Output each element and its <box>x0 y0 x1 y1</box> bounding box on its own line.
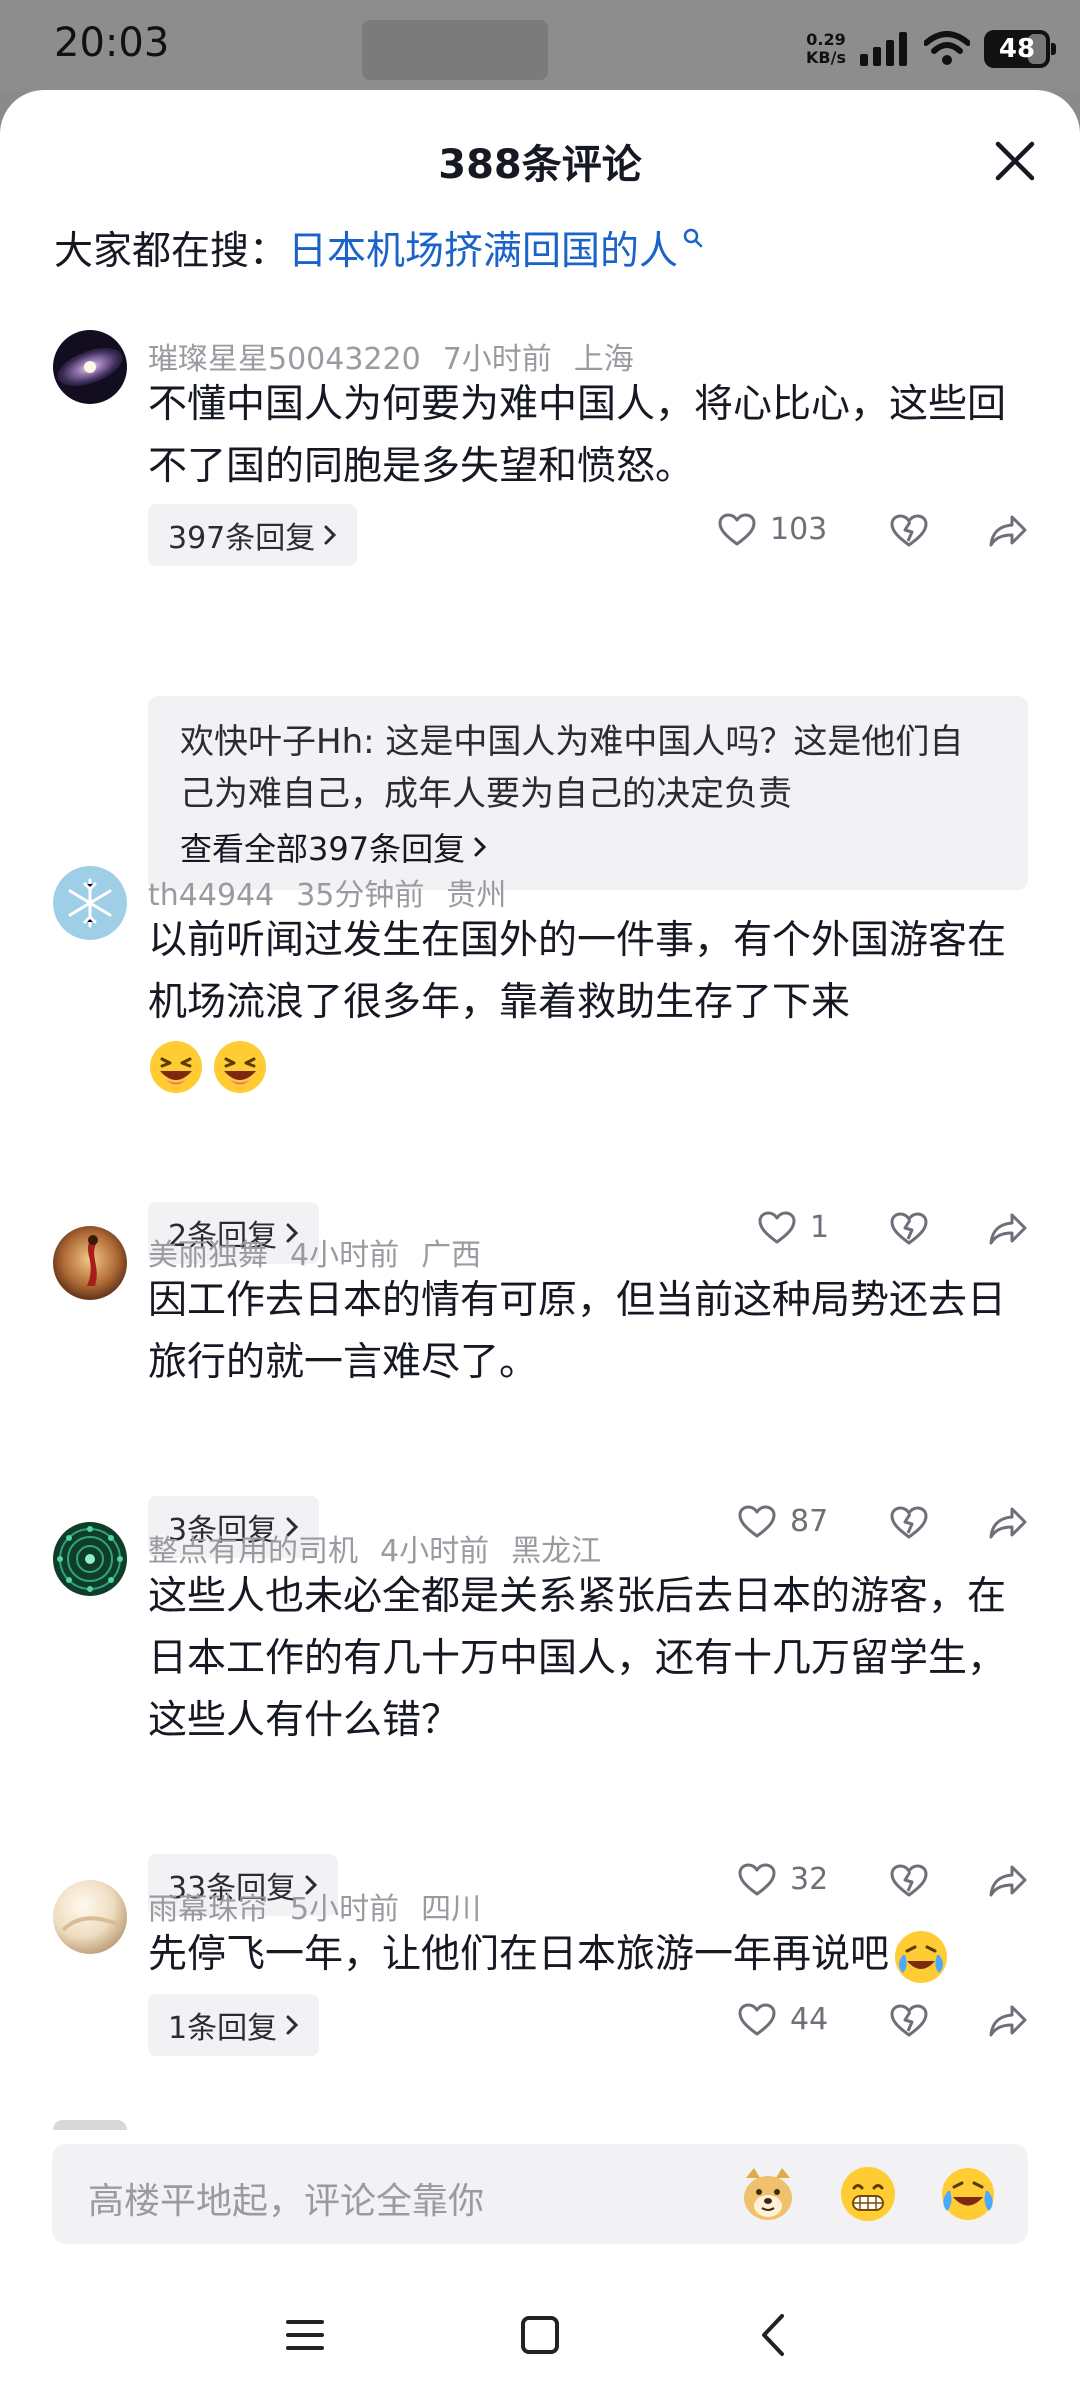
comment-meta: th44944 35分钟前 贵州 <box>148 870 528 914</box>
comment-location: 黑龙江 <box>511 1534 602 1569</box>
comment-username[interactable]: th44944 <box>148 878 274 913</box>
heart-icon <box>718 513 756 545</box>
heart-icon <box>738 2003 776 2035</box>
comment-time: 5小时前 <box>290 1892 400 1927</box>
status-icons: 0.29 KB/s 48 <box>806 24 1056 74</box>
hot-search-row: 大家都在搜： 日本机场挤满回国的人 <box>54 220 704 276</box>
share-icon[interactable] <box>988 2004 1028 2038</box>
status-notification-pill <box>362 20 548 80</box>
comment-username[interactable]: 璀璨星星50043220 <box>148 342 421 377</box>
crying-laugh-emoji[interactable] <box>938 2164 998 2224</box>
share-icon[interactable] <box>988 1506 1028 1540</box>
like-count: 44 <box>790 2002 829 2037</box>
wifi-icon <box>924 31 970 65</box>
comment-text[interactable]: 先停飞一年，让他们在日本旅游一年再说吧 <box>148 1924 1048 1986</box>
comment-username[interactable]: 美丽独舞 <box>148 1238 268 1273</box>
comment-text[interactable]: 不懂中国人为何要为难中国人，将心比心，这些回不了国的同胞是多失望和愤怒。 <box>148 374 1008 498</box>
like-button[interactable]: 1 <box>758 1210 829 1245</box>
replies-button[interactable]: 1条回复 <box>148 1994 320 2056</box>
comment-meta: 璀璨星星50043220 7小时前 上海 <box>148 334 656 378</box>
network-speed: 0.29 KB/s <box>806 30 846 67</box>
like-count: 32 <box>790 1862 829 1897</box>
back-icon[interactable] <box>750 2310 800 2360</box>
comment-username[interactable]: 雨幕珠帘 <box>148 1892 268 1927</box>
avatar[interactable] <box>53 1880 127 1954</box>
dislike-icon[interactable] <box>890 1864 928 1898</box>
doge-emoji[interactable] <box>738 2164 798 2224</box>
dislike-icon[interactable] <box>890 1506 928 1540</box>
replies-button[interactable]: 397条回复 <box>148 504 358 566</box>
share-icon[interactable] <box>988 1212 1028 1246</box>
avatar[interactable] <box>53 866 127 940</box>
chevron-right-icon <box>286 2015 299 2035</box>
like-count: 103 <box>770 512 828 547</box>
heart-icon <box>738 1505 776 1537</box>
crying-laugh-emoji <box>895 1930 948 1983</box>
menu-icon[interactable] <box>280 2310 330 2360</box>
sub-reply-author[interactable]: 欢快叶子Hh <box>180 722 363 762</box>
comment-time: 7小时前 <box>442 342 552 377</box>
comment-text[interactable]: 因工作去日本的情有可原，但当前这种局势还去日旅行的就一言难尽了。 <box>148 1270 1008 1394</box>
close-icon[interactable] <box>992 138 1038 184</box>
comment-location: 上海 <box>573 342 634 377</box>
grin-emoji[interactable] <box>838 2164 898 2224</box>
comment-input[interactable]: 高楼平地起，评论全靠你 <box>52 2144 1028 2244</box>
home-icon[interactable] <box>515 2310 565 2360</box>
like-button[interactable]: 103 <box>718 512 827 547</box>
like-button[interactable]: 87 <box>738 1504 828 1539</box>
search-icon[interactable] <box>682 227 704 249</box>
share-icon[interactable] <box>988 1864 1028 1898</box>
comment-sheet: 388条评论 大家都在搜： 日本机场挤满回国的人 璀璨星星50043220 7小… <box>0 90 1080 2400</box>
comment-username[interactable]: 整点有用的司机 <box>148 1534 358 1569</box>
laughing-emoji <box>150 1040 202 1093</box>
comment-location: 四川 <box>421 1892 482 1927</box>
comment-time: 35分钟前 <box>296 878 425 913</box>
battery-icon: 48 <box>984 30 1056 68</box>
comment-meta: 美丽独舞 4小时前 广西 <box>148 1230 503 1274</box>
comment-actions: 397条回复 103 <box>148 504 1028 566</box>
laughing-emoji <box>214 1040 266 1093</box>
comment-meta: 雨幕珠帘 5小时前 四川 <box>148 1884 503 1928</box>
like-count: 1 <box>810 1210 830 1245</box>
system-nav-bar <box>0 2270 1080 2400</box>
share-icon[interactable] <box>988 514 1028 548</box>
comment-time: 4小时前 <box>380 1534 490 1569</box>
avatar[interactable] <box>53 1522 127 1596</box>
comment-location: 广西 <box>421 1238 482 1273</box>
comment-text[interactable]: 以前听闻过发生在国外的一件事，有个外国游客在机场流浪了很多年，靠着救助生存了下来 <box>148 910 1008 1096</box>
dislike-icon[interactable] <box>890 1212 928 1246</box>
hot-search-link[interactable]: 日本机场挤满回国的人 <box>288 220 678 276</box>
chevron-right-icon <box>474 837 487 857</box>
heart-icon <box>758 1211 796 1243</box>
comment-input-placeholder: 高楼平地起，评论全靠你 <box>88 2181 485 2222</box>
sub-reply-text: 欢快叶子Hh: 这是中国人为难中国人吗？这是他们自己为难自己，成年人要为自己的决… <box>180 722 964 814</box>
status-time: 20:03 <box>54 20 170 66</box>
chevron-right-icon <box>324 525 337 545</box>
comment-actions: 1条回复 44 <box>148 1994 1028 2056</box>
avatar[interactable] <box>53 330 127 404</box>
like-count: 87 <box>790 1504 829 1539</box>
heart-icon <box>738 1863 776 1895</box>
avatar <box>53 2120 127 2130</box>
comment-location: 贵州 <box>446 878 507 913</box>
dislike-icon[interactable] <box>890 514 928 548</box>
comment-text[interactable]: 这些人也未必全都是关系紧张后去日本的游客，在日本工作的有几十万中国人，还有十几万… <box>148 1566 1008 1752</box>
sheet-title: 388条评论 <box>438 142 642 188</box>
comment-time: 4小时前 <box>290 1238 400 1273</box>
sub-reply-preview[interactable]: 欢快叶子Hh: 这是中国人为难中国人吗？这是他们自己为难自己，成年人要为自己的决… <box>148 696 1028 890</box>
signal-icon <box>860 32 907 66</box>
status-bar: 20:03 0.29 KB/s 48 <box>0 0 1080 92</box>
dislike-icon[interactable] <box>890 2004 928 2038</box>
like-button[interactable]: 44 <box>738 2002 828 2037</box>
hot-search-label: 大家都在搜： <box>54 229 289 274</box>
avatar[interactable] <box>53 1226 127 1300</box>
comment-meta: 整点有用的司机 4小时前 黑龙江 <box>148 1526 623 1570</box>
see-all-replies-link[interactable]: 查看全部397条回复 <box>180 824 996 870</box>
like-button[interactable]: 32 <box>738 1862 828 1897</box>
